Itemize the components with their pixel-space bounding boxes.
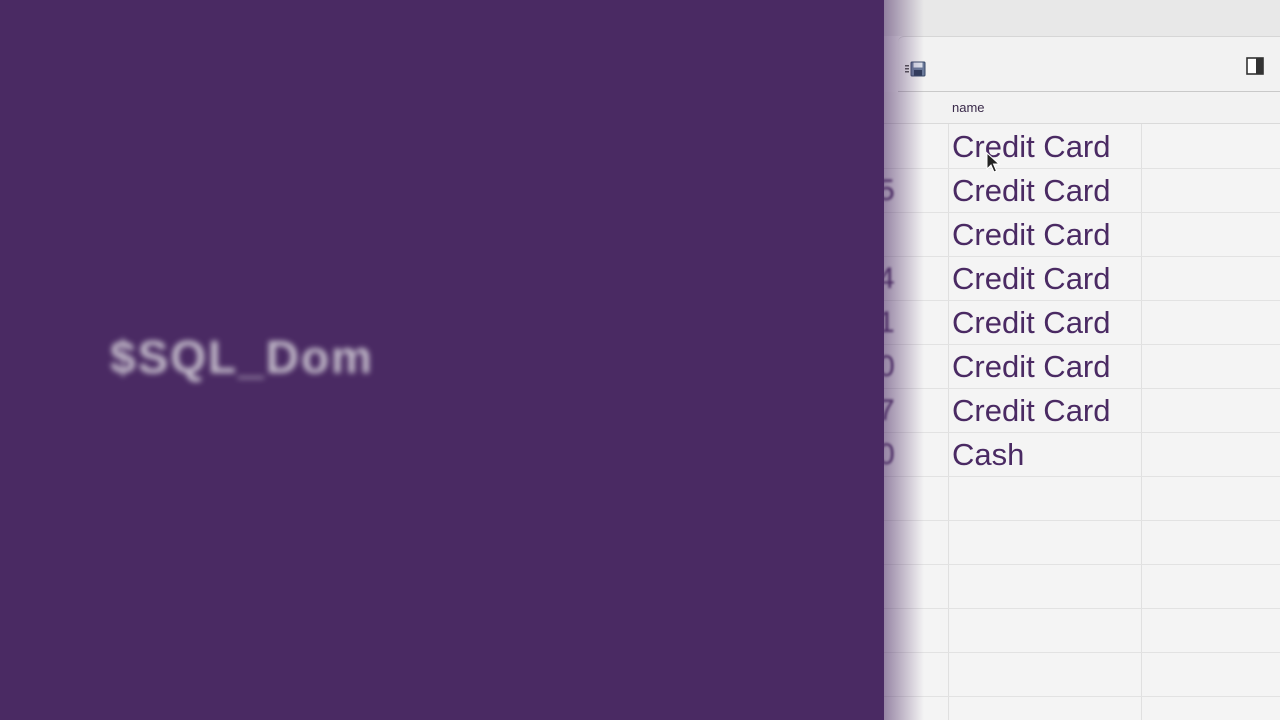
table-row-empty — [884, 564, 1280, 609]
column-header-name[interactable]: name — [952, 100, 985, 115]
column-header-row: name — [884, 92, 1280, 124]
window-top-strip — [884, 0, 1280, 36]
video-background-panel: $SQL_Dom — [0, 0, 884, 720]
table-row[interactable]: 0 Cash — [884, 432, 1280, 477]
row-index: 0 — [884, 438, 895, 471]
screen: $SQL_Dom name Credit Card 5 Credit Card … — [0, 0, 1280, 720]
cell-name[interactable]: Credit Card — [952, 305, 1111, 341]
table-row-empty — [884, 652, 1280, 697]
table-row[interactable]: 4 Credit Card — [884, 256, 1280, 301]
panel-toggle-icon[interactable] — [1246, 57, 1264, 75]
cell-name[interactable]: Credit Card — [952, 129, 1111, 165]
save-icon[interactable] — [904, 59, 926, 77]
cell-name[interactable]: Credit Card — [952, 217, 1111, 253]
mouse-cursor-icon — [986, 151, 1001, 174]
cell-name[interactable]: Cash — [952, 437, 1024, 473]
table-row[interactable]: Credit Card — [884, 124, 1280, 169]
table-row-empty — [884, 476, 1280, 521]
blurred-title-text: $SQL_Dom — [110, 331, 374, 383]
table-row-empty — [884, 608, 1280, 653]
table-row[interactable]: 1 Credit Card — [884, 300, 1280, 345]
cell-name[interactable]: Credit Card — [952, 393, 1111, 429]
table-row[interactable]: 7 Credit Card — [884, 388, 1280, 433]
row-index: 7 — [884, 394, 895, 427]
row-index: 1 — [884, 306, 895, 339]
results-grid: name Credit Card 5 Credit Card Credit Ca… — [884, 92, 1280, 720]
table-row[interactable]: 5 Credit Card — [884, 168, 1280, 213]
table-row[interactable]: Credit Card — [884, 212, 1280, 257]
row-index: 5 — [884, 174, 895, 207]
row-index: 0 — [884, 350, 895, 383]
grid-toolbar — [898, 36, 1280, 93]
cell-name[interactable]: Credit Card — [952, 261, 1111, 297]
cell-name[interactable]: Credit Card — [952, 349, 1111, 385]
table-row[interactable]: 0 Credit Card — [884, 344, 1280, 389]
row-index: 4 — [884, 262, 895, 295]
table-row-empty — [884, 520, 1280, 565]
cell-name[interactable]: Credit Card — [952, 173, 1111, 209]
data-grid-window: name Credit Card 5 Credit Card Credit Ca… — [884, 0, 1280, 720]
